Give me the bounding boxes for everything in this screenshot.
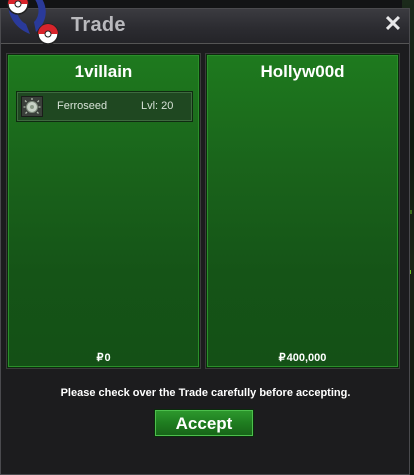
- window-title: Trade: [71, 14, 126, 36]
- ferroseed-icon: [23, 98, 41, 114]
- partner-money-amount: 400,000: [286, 352, 327, 364]
- partner-player-name: Hollyw00d: [260, 62, 345, 81]
- partner-offer-panel: Hollyw00d ₽400,000: [206, 54, 399, 368]
- item-level: Lvl: 20: [141, 100, 174, 112]
- close-button[interactable]: ✕: [382, 12, 404, 36]
- trade-window: Trade ✕ 1villain Ferroseed Lvl: 20 ₽0 Ho…: [0, 8, 410, 475]
- my-offer-panel: 1villain Ferroseed Lvl: 20 ₽0: [7, 54, 200, 368]
- item-icon-frame: [21, 96, 43, 117]
- item-name: Ferroseed: [57, 100, 108, 112]
- trade-notice: Please check over the Trade carefully be…: [60, 387, 351, 399]
- pokedollar-icon: ₽: [278, 352, 286, 364]
- trade-item-row[interactable]: Ferroseed Lvl: 20: [16, 91, 193, 122]
- my-player-name: 1villain: [74, 62, 133, 81]
- pokedollar-icon: ₽: [96, 352, 104, 364]
- accept-button[interactable]: Accept: [154, 409, 254, 437]
- my-money: ₽0: [8, 351, 199, 364]
- trade-content: 1villain Ferroseed Lvl: 20 ₽0 Hollyw00d …: [7, 54, 404, 468]
- my-money-amount: 0: [104, 352, 111, 364]
- partner-money: ₽400,000: [207, 351, 398, 364]
- game-logo-icon: [7, 0, 59, 45]
- game-screen: Trade ✕ 1villain Ferroseed Lvl: 20 ₽0 Ho…: [0, 0, 414, 475]
